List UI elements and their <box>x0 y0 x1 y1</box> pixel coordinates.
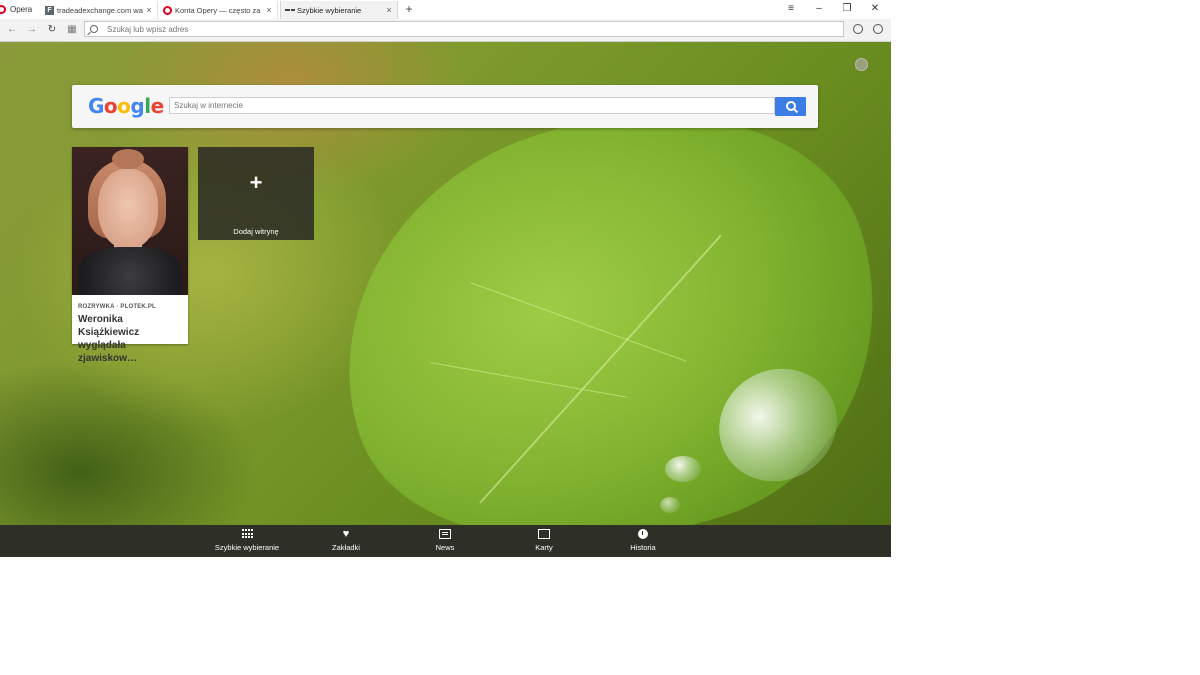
water-drop <box>665 456 701 482</box>
clock-icon <box>638 529 648 539</box>
logo-letter: o <box>103 94 118 118</box>
news-tile[interactable]: ROZRYWKA · PLOTEK.PL Weronika Książkiewi… <box>72 147 188 364</box>
new-tab-button[interactable]: + <box>402 2 416 17</box>
account-icon[interactable] <box>873 24 883 34</box>
tab-close-icon[interactable]: × <box>384 5 394 15</box>
site-favicon-icon: F <box>45 5 54 15</box>
add-site-label: Dodaj witrynę <box>233 227 279 236</box>
news-icon <box>439 529 451 539</box>
speed-dial-page: Google ROZRYWKA · PLOTEK.PL Weronika Ksi… <box>0 42 891 525</box>
search-input[interactable] <box>169 97 775 114</box>
nav-label: News <box>435 543 455 552</box>
tab-konta-opery[interactable]: Konta Opery — często za × <box>159 1 278 19</box>
tab-title: Szybkie wybieranie <box>297 5 362 15</box>
nav-label: Zakładki <box>332 543 360 552</box>
search-icon <box>786 101 796 111</box>
opera-menu-label: Opera <box>10 5 33 14</box>
photo-dress <box>78 247 182 295</box>
nav-label: Karty <box>535 543 553 552</box>
speed-dial-favicon-icon <box>285 6 294 15</box>
add-site-tile[interactable]: + Dodaj witrynę <box>198 147 314 240</box>
logo-letter: o <box>117 94 131 118</box>
news-headline: Weronika Książkiewicz wyglądała zjawisko… <box>78 314 140 364</box>
tab-menu-icon[interactable]: ≡ <box>783 2 799 16</box>
devices-icon <box>538 529 550 539</box>
tab-title: tradeadexchange.com wa <box>57 5 143 15</box>
heart-icon: ♥ <box>342 528 350 540</box>
url-input[interactable] <box>107 23 807 35</box>
back-button[interactable]: ← <box>6 23 18 36</box>
opera-logo-icon <box>0 5 6 14</box>
logo-letter: G <box>88 94 104 118</box>
tab-szybkie-wybieranie[interactable]: Szybkie wybieranie × <box>280 1 398 19</box>
opera-favicon-icon <box>163 5 172 15</box>
forward-button[interactable]: → <box>26 23 38 36</box>
tab-close-icon[interactable]: × <box>144 5 154 15</box>
bottom-navigation: Szybkie wybieranie ♥ Zakładki News Karty… <box>0 525 891 557</box>
tab-title: Konta Opery — często za <box>175 5 261 15</box>
nav-label: Szybkie wybieranie <box>214 543 280 552</box>
photo-bun <box>112 149 144 169</box>
tab-close-icon[interactable]: × <box>264 5 274 15</box>
minimize-button[interactable]: – <box>811 2 827 16</box>
close-window-button[interactable]: ✕ <box>867 2 883 16</box>
tab-tradeadexchange[interactable]: F tradeadexchange.com wa × <box>41 1 158 19</box>
address-bar: ← → ↻ ▦ <box>0 19 891 42</box>
photo-face <box>98 169 158 249</box>
opera-menu-button[interactable]: Opera <box>0 0 40 19</box>
customize-icon[interactable] <box>855 58 868 71</box>
browser-window: Opera F tradeadexchange.com wa × Konta O… <box>0 0 891 557</box>
nav-bookmarks[interactable]: ♥ Zakładki <box>301 528 391 553</box>
download-icon[interactable] <box>853 24 863 34</box>
search-button[interactable] <box>775 97 806 116</box>
logo-letter: e <box>150 94 165 118</box>
news-photo <box>72 147 188 295</box>
nav-speed-dial[interactable]: Szybkie wybieranie <box>202 529 292 552</box>
reload-button[interactable]: ↻ <box>46 23 58 36</box>
news-source: ROZRYWKA · PLOTEK.PL <box>78 304 156 310</box>
url-field[interactable] <box>84 21 844 37</box>
restore-button[interactable]: ❐ <box>839 2 855 16</box>
plus-icon: + <box>249 170 263 195</box>
tab-strip: Opera F tradeadexchange.com wa × Konta O… <box>0 0 891 20</box>
grid-icon <box>241 529 253 539</box>
google-logo: Google <box>88 95 164 117</box>
search-icon <box>90 25 98 33</box>
nav-history[interactable]: Historia <box>598 529 688 552</box>
speed-dial-button[interactable]: ▦ <box>66 23 78 36</box>
logo-letter: g <box>130 94 145 118</box>
nav-tabs[interactable]: Karty <box>499 529 589 552</box>
water-drop <box>660 497 680 513</box>
google-search-box: Google <box>72 85 818 128</box>
nav-label: Historia <box>630 543 656 552</box>
nav-news[interactable]: News <box>400 529 490 552</box>
